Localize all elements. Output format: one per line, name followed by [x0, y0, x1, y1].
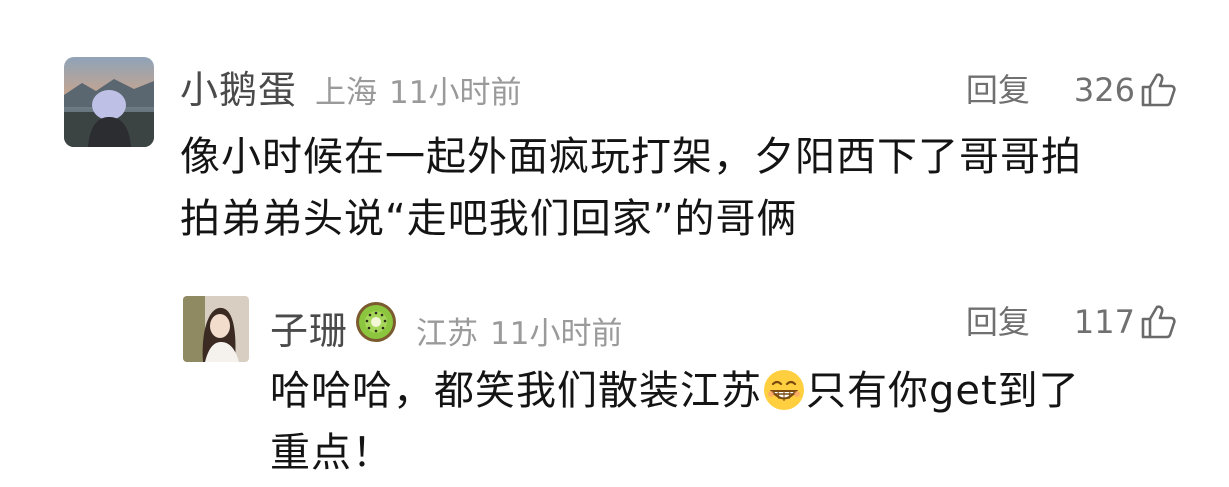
- username[interactable]: 子珊: [270, 309, 348, 353]
- comment-meta: 子珊 江苏 11小时前: [270, 300, 622, 356]
- like-count: 117: [1073, 303, 1135, 341]
- content-line: 重点！: [270, 430, 393, 476]
- content-text: 哈哈哈，都笑我们散装江苏: [270, 368, 762, 414]
- reply-button[interactable]: 回复: [966, 300, 1030, 344]
- content-text: 只有你get到了: [806, 368, 1080, 414]
- avatar-image: [183, 296, 249, 362]
- comment-2: 子珊 江苏 11小时前 回复 117 哈哈哈，都笑我们散装江苏 只有你get到了…: [0, 0, 1229, 487]
- comment-actions: 回复 117: [966, 300, 1177, 344]
- kiwi-icon: [356, 302, 397, 342]
- location: 江苏: [416, 316, 479, 352]
- comment-content: 哈哈哈，都笑我们散装江苏 只有你get到了 重点！: [270, 360, 1080, 484]
- avatar[interactable]: [183, 296, 249, 362]
- timestamp: 11小时前: [490, 316, 623, 352]
- grinning-face-emoji: [764, 370, 804, 410]
- thumbs-up-icon[interactable]: [1139, 303, 1177, 341]
- content-line: 哈哈哈，都笑我们散装江苏 只有你get到了: [270, 360, 1080, 422]
